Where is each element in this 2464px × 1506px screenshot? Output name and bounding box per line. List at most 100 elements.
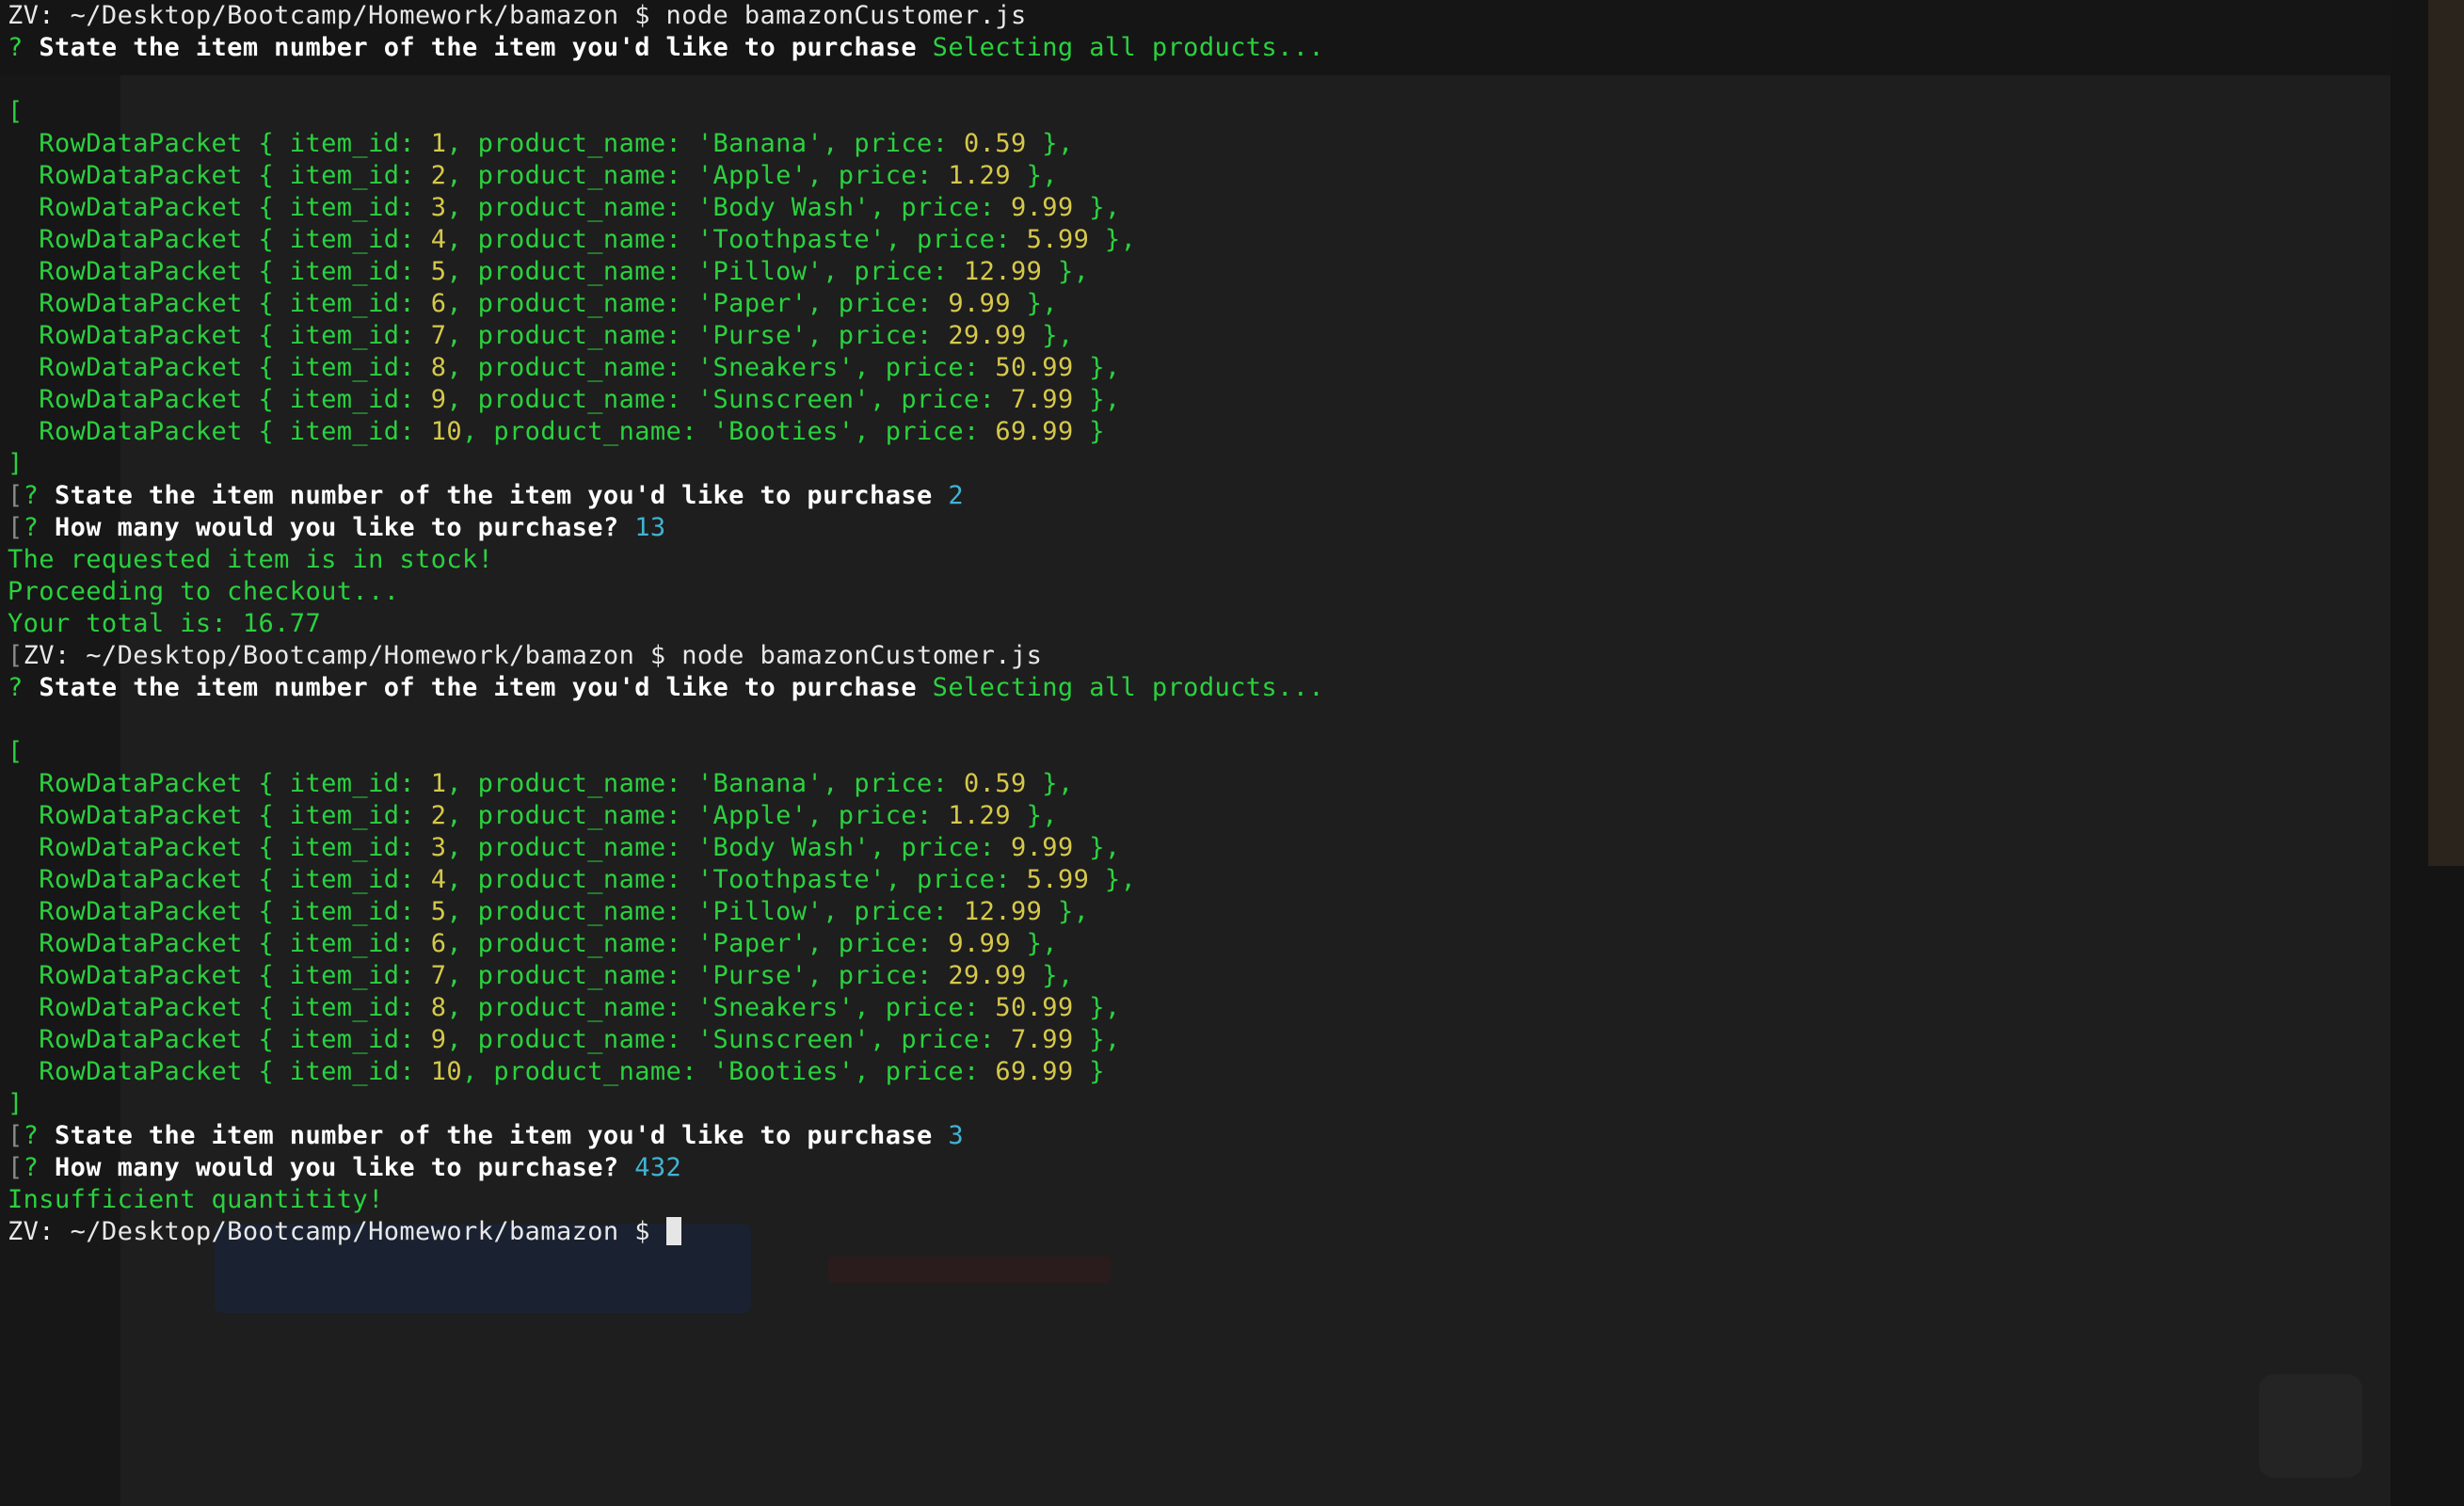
prompt-path: ~/Desktop/Bootcamp/Homework/bamazon: [70, 1, 619, 30]
product-name: 'Body Wash': [696, 193, 871, 222]
array-close: ]: [8, 1088, 2389, 1120]
result-text: Proceeding to checkout...: [8, 577, 400, 606]
question-text: State the item number of the item you'd …: [39, 673, 918, 702]
product-price: 0.59: [964, 129, 1027, 158]
row-closing: },: [1089, 193, 1121, 222]
product-id: 9: [430, 1025, 447, 1054]
product-id: 7: [430, 961, 447, 990]
prompt-symbol: $: [634, 1, 650, 30]
product-name: 'Sunscreen': [696, 385, 871, 414]
product-id: 4: [430, 865, 447, 894]
product-name: 'Sneakers': [696, 993, 855, 1022]
product-name: 'Paper': [696, 929, 808, 958]
product-price: 29.99: [948, 961, 1027, 990]
array-open: [: [8, 96, 2389, 128]
answer-text: 3: [948, 1121, 964, 1150]
product-price: 12.99: [964, 257, 1043, 286]
product-name: 'Toothpaste': [696, 225, 886, 254]
text-cursor[interactable]: [665, 1217, 681, 1245]
row-closing: },: [1089, 993, 1121, 1022]
row-closing: },: [1089, 833, 1121, 862]
answer-text: 432: [634, 1153, 682, 1182]
product-name: 'Paper': [696, 289, 808, 318]
product-row: RowDataPacket { item_id: 2, product_name…: [8, 801, 1058, 830]
array-close-bracket: ]: [8, 1089, 24, 1118]
question-text: State the item number of the item you'd …: [54, 481, 933, 510]
terminal-window[interactable]: ZV: ~/Desktop/Bootcamp/Homework/bamazon …: [8, 0, 2389, 1506]
product-row: RowDataPacket { item_id: 4, product_name…: [8, 225, 1137, 254]
array-close: ]: [8, 448, 2389, 480]
product-row: RowDataPacket { item_id: 5, product_name…: [8, 897, 1090, 926]
product-row: RowDataPacket { item_id: 7, product_name…: [8, 321, 1074, 350]
product-price: 9.99: [948, 289, 1011, 318]
array-open-bracket: [: [8, 97, 24, 126]
shell-command: node bamazonCustomer.js: [665, 1, 1027, 30]
shell-prompt-line: ZV: ~/Desktop/Bootcamp/Homework/bamazon …: [8, 0, 2389, 32]
background-right-panel: [2391, 0, 2464, 1506]
background-right-accent: [2428, 0, 2464, 866]
product-price: 5.99: [1026, 225, 1090, 254]
array-close-bracket: ]: [8, 449, 24, 478]
question-line: [? State the item number of the item you…: [8, 1120, 2389, 1152]
product-id: 3: [430, 193, 447, 222]
answer-text: Selecting all products...: [932, 673, 1325, 702]
question-mark-icon: ?: [23, 513, 40, 542]
row-closing: },: [1042, 769, 1074, 798]
result-line: The requested item is in stock!: [8, 544, 2389, 576]
product-name: 'Purse': [696, 321, 808, 350]
row-closing: }: [1089, 1057, 1105, 1086]
prompt-host: ZV:: [23, 641, 71, 670]
product-name: 'Booties': [712, 1057, 855, 1086]
product-name: 'Banana': [696, 129, 824, 158]
result-line: Your total is: 16.77: [8, 608, 2389, 640]
product-name: 'Apple': [696, 801, 808, 830]
row-closing: },: [1057, 257, 1090, 286]
product-row: RowDataPacket { item_id: 5, product_name…: [8, 257, 1090, 286]
question-line: [? How many would you like to purchase? …: [8, 1152, 2389, 1184]
row-closing: },: [1089, 353, 1121, 382]
product-row: RowDataPacket { item_id: 8, product_name…: [8, 353, 1121, 382]
product-price: 1.29: [948, 161, 1011, 190]
row-closing: },: [1057, 897, 1090, 926]
row-closing: },: [1026, 289, 1058, 318]
product-id: 10: [430, 417, 463, 446]
product-name: 'Toothpaste': [696, 865, 886, 894]
row-closing: }: [1089, 417, 1105, 446]
question-text: State the item number of the item you'd …: [39, 33, 918, 62]
product-price: 5.99: [1026, 865, 1090, 894]
row-closing: },: [1089, 385, 1121, 414]
result-line: Proceeding to checkout...: [8, 576, 2389, 608]
row-closing: },: [1042, 321, 1074, 350]
row-closing: },: [1042, 961, 1074, 990]
prompt-host: ZV:: [8, 1217, 55, 1246]
product-row: RowDataPacket { item_id: 1, product_name…: [8, 769, 1074, 798]
product-price: 1.29: [948, 801, 1011, 830]
product-row: RowDataPacket { item_id: 7, product_name…: [8, 961, 1074, 990]
row-closing: },: [1089, 1025, 1121, 1054]
product-name: 'Sneakers': [696, 353, 855, 382]
product-row: RowDataPacket { item_id: 8, product_name…: [8, 993, 1121, 1022]
result-text: Your total is: 16.77: [8, 609, 322, 638]
result-text: Insufficient quantitity!: [8, 1185, 384, 1214]
product-id: 5: [430, 897, 447, 926]
product-id: 3: [430, 833, 447, 862]
product-row: RowDataPacket { item_id: 3, product_name…: [8, 833, 1121, 862]
question-text: How many would you like to purchase?: [54, 1153, 619, 1182]
product-price: 9.99: [948, 929, 1011, 958]
product-price: 12.99: [964, 897, 1043, 926]
product-id: 1: [430, 769, 447, 798]
product-row: RowDataPacket { item_id: 10, product_nam…: [8, 417, 1105, 446]
product-name: 'Pillow': [696, 897, 824, 926]
product-price: 69.99: [995, 417, 1074, 446]
product-row: RowDataPacket { item_id: 3, product_name…: [8, 193, 1121, 222]
product-price: 9.99: [1010, 193, 1074, 222]
product-id: 10: [430, 1057, 463, 1086]
product-id: 6: [430, 289, 447, 318]
array-open-bracket: [: [8, 737, 24, 766]
row-closing: },: [1042, 129, 1074, 158]
product-price: 7.99: [1010, 1025, 1074, 1054]
product-row: RowDataPacket { item_id: 9, product_name…: [8, 1025, 1121, 1054]
row-closing: },: [1104, 865, 1137, 894]
